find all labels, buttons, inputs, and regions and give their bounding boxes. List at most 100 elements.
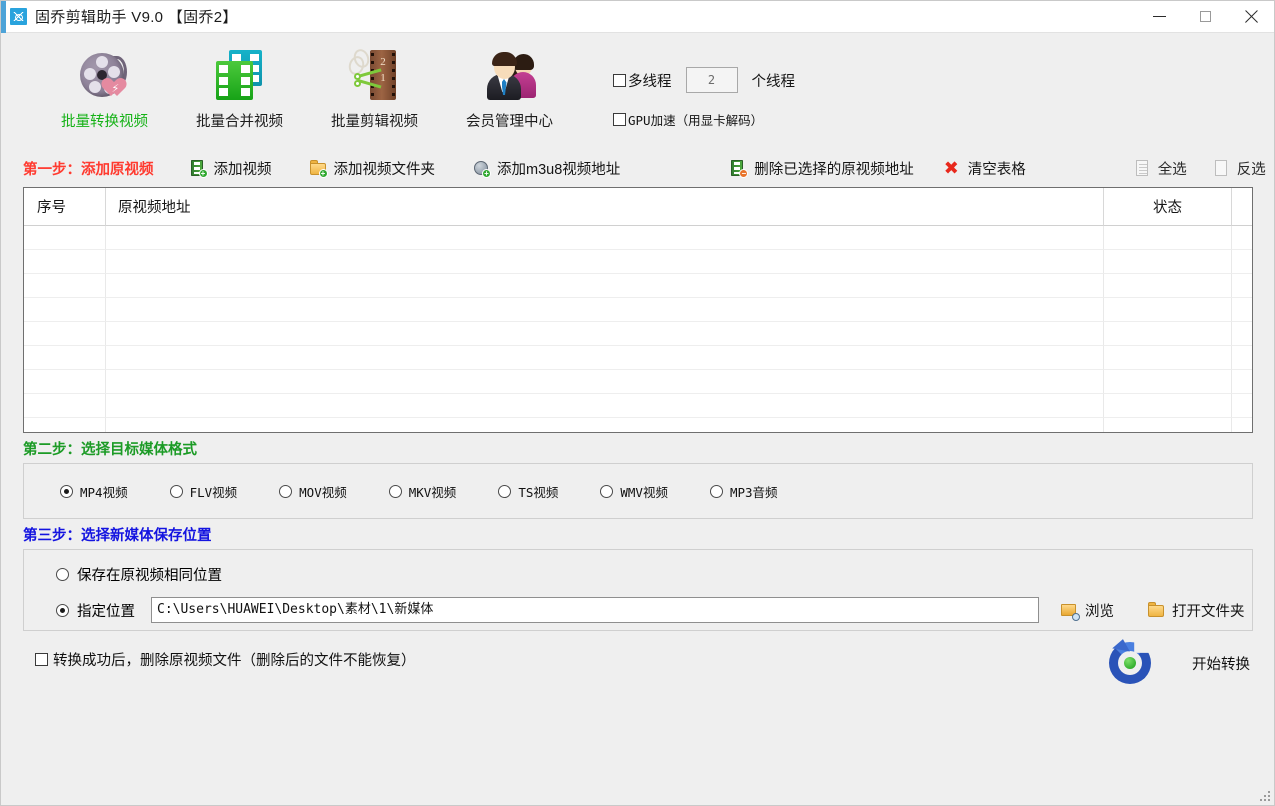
start-conversion-group[interactable]: 开始转换: [1106, 637, 1250, 687]
titlebar[interactable]: 固乔剪辑助手 V9.0 【固乔2】: [1, 1, 1274, 33]
film-strips-merge-icon: [209, 47, 271, 103]
format-radio-group: MP4视频 FLV视频 MOV视频 MKV视频 TS视频 WMV视频 MP3音频: [60, 482, 778, 501]
app-window: 固乔剪辑助手 V9.0 【固乔2】 ⚡ 批量转换视频 批量合并视频 2 1 批量…: [0, 0, 1275, 806]
tool-member-center-label: 会员管理中心: [466, 114, 553, 130]
tool-batch-cut-label: 批量剪辑视频: [331, 114, 418, 130]
clear-table-label: 清空表格: [967, 161, 1026, 178]
table-row[interactable]: [24, 418, 1252, 432]
main-toolbar: ⚡ 批量转换视频 批量合并视频 2 1 批量剪辑视频 会员管理中心 多线程 2 …: [1, 33, 1274, 151]
format-panel: MP4视频 FLV视频 MOV视频 MKV视频 TS视频 WMV视频 MP3音频: [23, 463, 1253, 519]
browse-folder-icon: [1061, 602, 1080, 621]
close-icon[interactable]: [1228, 1, 1274, 33]
scissors-app-icon: [10, 8, 27, 25]
thread-unit-label: 个线程: [751, 73, 796, 90]
tool-batch-cut[interactable]: 2 1 批量剪辑视频: [307, 41, 442, 131]
browse-button[interactable]: 浏览: [1061, 600, 1114, 621]
table-row[interactable]: [24, 226, 1252, 250]
radio-same-as-source[interactable]: [56, 567, 69, 581]
invert-selection-label: 反选: [1236, 161, 1266, 178]
thread-count-input[interactable]: 2: [685, 67, 738, 93]
delete-selected-button[interactable]: − 删除已选择的原视频地址: [730, 158, 914, 179]
gpu-checkbox[interactable]: [613, 113, 626, 126]
radio-mp4[interactable]: [60, 484, 73, 498]
format-option-mkv[interactable]: MKV视频: [388, 482, 456, 501]
minimize-icon[interactable]: [1136, 1, 1182, 33]
radio-flv[interactable]: [169, 484, 183, 498]
table-body[interactable]: [24, 226, 1252, 432]
step1-title: 第一步：添加原视频: [23, 161, 154, 178]
format-option-wmv-label: WMV视频: [620, 484, 668, 500]
globe-add-icon: +: [473, 160, 491, 178]
step2-header: 第二步：选择目标媒体格式: [1, 433, 1274, 463]
tool-batch-merge-label: 批量合并视频: [196, 114, 283, 130]
select-all-button[interactable]: 全选: [1134, 158, 1187, 179]
table-header-row: 序号 原视频地址 状态: [24, 188, 1252, 226]
open-folder-label: 打开文件夹: [1172, 603, 1245, 620]
add-m3u8-label: 添加m3u8视频地址: [497, 161, 621, 178]
format-option-mp4[interactable]: MP4视频: [60, 482, 128, 501]
window-title: 固乔剪辑助手 V9.0 【固乔2】: [35, 9, 238, 26]
video-list-table[interactable]: 序号 原视频地址 状态: [23, 187, 1253, 433]
save-location-panel: 保存在原视频相同位置 指定位置 C:\Users\HUAWEI\Desktop\…: [23, 549, 1253, 631]
column-header-index[interactable]: 序号: [24, 188, 106, 226]
table-row[interactable]: [24, 370, 1252, 394]
add-video-folder-button[interactable]: + 添加视频文件夹: [309, 158, 436, 179]
start-conversion-label: 开始转换: [1192, 656, 1250, 673]
save-path-input[interactable]: C:\Users\HUAWEI\Desktop\素材\1\新媒体: [151, 597, 1039, 623]
table-row[interactable]: [24, 322, 1252, 346]
format-option-flv-label: FLV视频: [189, 484, 238, 500]
add-video-button[interactable]: + 添加视频: [190, 158, 272, 179]
save-same-as-source-label: 保存在原视频相同位置: [77, 567, 222, 584]
table-row[interactable]: [24, 274, 1252, 298]
invert-selection-icon: [1213, 159, 1230, 177]
radio-mov[interactable]: [279, 484, 293, 498]
tool-member-center[interactable]: 会员管理中心: [442, 41, 577, 131]
resize-grip[interactable]: [1258, 789, 1272, 803]
open-folder-icon: [1148, 601, 1165, 619]
format-option-wmv[interactable]: WMV视频: [600, 482, 668, 501]
film-add-icon: +: [190, 159, 208, 178]
table-row[interactable]: [24, 346, 1252, 370]
format-option-mp3-label: MP3音频: [729, 484, 778, 500]
radio-mp3[interactable]: [709, 484, 723, 498]
format-option-mp4-label: MP4视频: [80, 484, 128, 500]
save-same-as-source-row[interactable]: 保存在原视频相同位置: [56, 560, 1252, 588]
format-option-ts-label: TS视频: [518, 484, 559, 500]
add-m3u8-button[interactable]: + 添加m3u8视频地址: [473, 158, 620, 179]
column-header-status[interactable]: 状态: [1104, 188, 1232, 226]
format-option-flv[interactable]: FLV视频: [169, 482, 238, 501]
tool-batch-merge[interactable]: 批量合并视频: [172, 41, 307, 131]
step3-title: 第三步：选择新媒体保存位置: [23, 527, 212, 544]
format-option-mp3[interactable]: MP3音频: [709, 482, 778, 501]
window-controls: [1136, 1, 1274, 33]
column-header-source-path[interactable]: 原视频地址: [106, 188, 1104, 226]
clear-table-button[interactable]: ✖ 清空表格: [944, 158, 1026, 179]
add-video-folder-label: 添加视频文件夹: [333, 161, 436, 178]
column-header-spacer: [1232, 188, 1252, 226]
invert-selection-button[interactable]: 反选: [1213, 158, 1266, 179]
tool-batch-convert[interactable]: ⚡ 批量转换视频: [37, 41, 172, 131]
radio-custom-location[interactable]: [56, 603, 69, 617]
multithread-row: 多线程 2 个线程: [613, 67, 795, 93]
blue-refresh-start-icon[interactable]: [1106, 637, 1154, 687]
delete-after-row[interactable]: 转换成功后，删除原视频文件（删除后的文件不能恢复）: [35, 649, 1274, 670]
save-custom-row: 指定位置 C:\Users\HUAWEI\Desktop\素材\1\新媒体 浏览…: [56, 596, 1252, 624]
format-option-ts[interactable]: TS视频: [498, 482, 558, 501]
step2-title: 第二步：选择目标媒体格式: [23, 441, 197, 458]
radio-wmv[interactable]: [600, 484, 614, 498]
multithread-label: 多线程: [628, 73, 672, 90]
table-row[interactable]: [24, 394, 1252, 418]
folder-add-icon: +: [309, 159, 328, 178]
format-option-mov[interactable]: MOV视频: [279, 482, 347, 501]
delete-after-checkbox[interactable]: [35, 653, 48, 666]
table-row[interactable]: [24, 250, 1252, 274]
maximize-icon[interactable]: [1182, 1, 1228, 33]
multithread-checkbox[interactable]: [613, 73, 626, 87]
open-folder-button[interactable]: 打开文件夹: [1148, 600, 1245, 621]
tool-batch-convert-label: 批量转换视频: [61, 114, 148, 130]
table-row[interactable]: [24, 298, 1252, 322]
radio-ts[interactable]: [498, 484, 512, 498]
radio-mkv[interactable]: [388, 484, 402, 498]
delete-selected-label: 删除已选择的原视频地址: [754, 161, 914, 178]
two-users-icon: [479, 47, 541, 103]
